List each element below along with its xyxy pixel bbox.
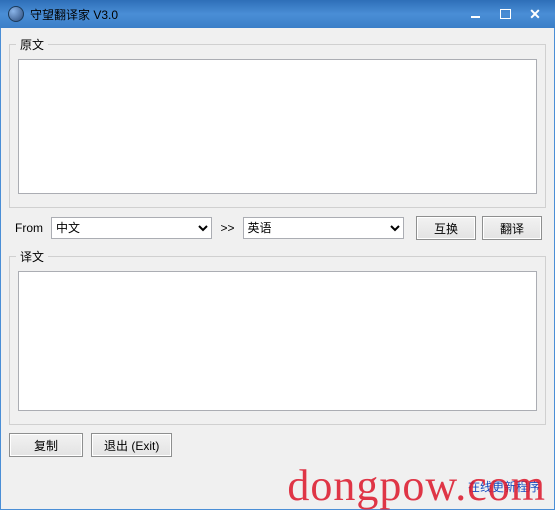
source-textarea[interactable] <box>18 59 537 194</box>
to-language-select[interactable]: 英语 <box>243 217 404 239</box>
target-textarea[interactable] <box>18 271 537 411</box>
from-label: From <box>13 221 45 235</box>
exit-button[interactable]: 退出 (Exit) <box>91 433 172 457</box>
window-controls: ✕ <box>461 5 549 23</box>
maximize-button[interactable] <box>491 5 519 23</box>
window-body: 原文 From 中文 >> 英语 互换 翻译 译文 复制 退出 (Exit) 在… <box>0 28 555 510</box>
window-title: 守望翻译家 V3.0 <box>30 6 118 23</box>
from-language-select[interactable]: 中文 <box>51 217 212 239</box>
target-group-label: 译文 <box>16 248 48 265</box>
source-group-label: 原文 <box>16 36 48 53</box>
titlebar: 守望翻译家 V3.0 ✕ <box>0 0 555 28</box>
app-icon <box>8 6 24 22</box>
target-group: 译文 <box>9 248 546 425</box>
close-button[interactable]: ✕ <box>521 5 549 23</box>
direction-separator: >> <box>218 221 236 235</box>
translate-button[interactable]: 翻译 <box>482 216 542 240</box>
update-link[interactable]: 在线更新程序 <box>468 478 540 495</box>
bottom-row: 复制 退出 (Exit) <box>9 433 546 457</box>
minimize-button[interactable] <box>461 5 489 23</box>
source-group: 原文 <box>9 36 546 208</box>
copy-button[interactable]: 复制 <box>9 433 83 457</box>
language-row: From 中文 >> 英语 互换 翻译 <box>9 216 546 240</box>
swap-button[interactable]: 互换 <box>416 216 476 240</box>
